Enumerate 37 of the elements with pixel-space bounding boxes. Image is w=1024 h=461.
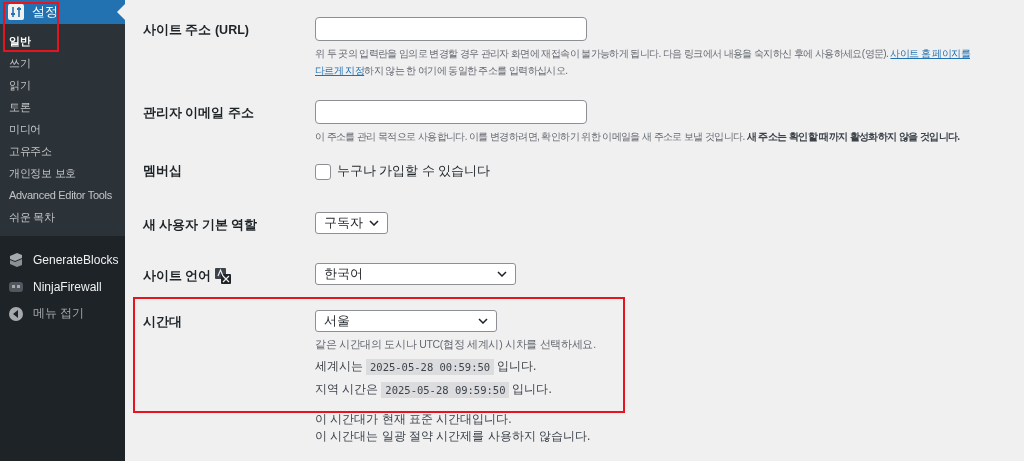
description-text: 같은 시간대의 도시나 UTC(협정 세계시) 시차를 선택하세요. bbox=[315, 338, 597, 352]
collapse-menu-button[interactable]: 메뉴 접기 bbox=[0, 300, 125, 327]
note-text: 이 시간대가 현재 표준 시간대입니다. bbox=[315, 411, 513, 428]
time-label: 입니다. bbox=[512, 381, 552, 398]
submenu-item[interactable]: Advanced Editor Tools bbox=[0, 184, 125, 206]
field-label: 사이트 주소 (URL) bbox=[143, 22, 249, 39]
description-text: 위 두 곳의 입력란을 임의로 변경할 경우 관리자 화면에 재접속이 불가능하게 됩니다. 다음 링크에서 내용을 숙지하신 후에 사용하세요(영문). bbox=[315, 48, 890, 59]
settings-menu-item[interactable]: 설정 bbox=[0, 0, 125, 24]
field-label: 새 사용자 기본 역할 bbox=[143, 217, 258, 234]
time-label: 세계시는 bbox=[315, 358, 363, 375]
submenu-item[interactable]: 읽기 bbox=[0, 74, 125, 96]
note-text: 이 시간대는 일광 절약 시간제를 사용하지 않습니다. bbox=[315, 428, 592, 445]
field-label: 시간대 bbox=[143, 314, 182, 331]
description-text: 이 주소를 관리 목적으로 사용합니다. 이를 변경하려면, 확인하기 위한 이메일을 새 주소로 보낼 것입니다. 새 주소는 확인할 때까지 활성화하지 않을 것입니다. bbox=[315, 131, 960, 142]
submenu-item[interactable]: 미디어 bbox=[0, 118, 125, 140]
description-text: 하지 않는 한 여기에 동일한 주소를 입력하십시오. bbox=[364, 65, 568, 76]
submenu-item[interactable]: 쉬운 목차 bbox=[0, 206, 125, 228]
field-label: 사이트 언어 bbox=[143, 268, 212, 285]
submenu-item[interactable]: 쓰기 bbox=[0, 52, 125, 74]
submenu-item[interactable]: 일반 bbox=[0, 30, 125, 52]
time-value: 2025-05-28 00:59:50 bbox=[366, 358, 495, 375]
dropdown[interactable]: 서울 bbox=[315, 310, 497, 332]
field-label: 관리자 이메일 주소 bbox=[143, 105, 254, 122]
submenu-item[interactable]: 고유주소 bbox=[0, 140, 125, 162]
menu-item[interactable]: NinjaFirewall bbox=[0, 273, 125, 300]
checkbox-label: 누구나 가입할 수 있습니다 bbox=[337, 163, 491, 180]
time-value: 2025-05-28 09:59:50 bbox=[381, 381, 510, 398]
time-label: 지역 시간은 bbox=[315, 381, 379, 398]
time-label: 입니다. bbox=[497, 358, 537, 375]
dropdown[interactable]: 한국어 bbox=[315, 263, 516, 285]
link[interactable]: 사이트 홈 페이지를 bbox=[890, 48, 970, 59]
submenu-item[interactable]: 개인정보 보호 bbox=[0, 162, 125, 184]
field-label: 멤버십 bbox=[143, 163, 182, 180]
link[interactable]: 다르게 지정 bbox=[315, 65, 365, 76]
dropdown[interactable]: 구독자 bbox=[315, 212, 388, 234]
submenu-item[interactable]: 토론 bbox=[0, 96, 125, 118]
menu-item[interactable]: GenerateBlocks bbox=[0, 246, 125, 273]
